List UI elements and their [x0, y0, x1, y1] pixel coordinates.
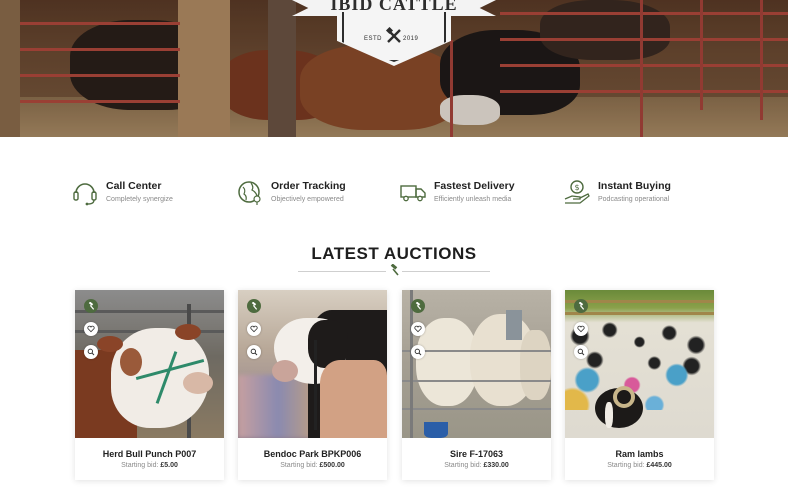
- ram-face-stripe: [605, 402, 613, 428]
- truck-icon: [400, 185, 426, 202]
- gavel-icon: [390, 264, 399, 276]
- feature-title: Call Center: [106, 180, 162, 192]
- feature-subtitle: Completely synergize: [106, 196, 173, 203]
- globe-icon: [238, 181, 261, 205]
- wishlist-button[interactable]: [411, 322, 425, 336]
- crowd: [238, 375, 318, 438]
- auction-gavel-button[interactable]: [411, 299, 425, 313]
- cow-halter: [314, 340, 317, 430]
- wishlist-button[interactable]: [84, 322, 98, 336]
- feature-subtitle: Podcasting operational: [598, 196, 670, 203]
- bid-value: £5.00: [160, 462, 178, 469]
- bucket: [424, 422, 448, 438]
- bid-label: Starting bid:: [280, 462, 318, 469]
- auction-gavel-button[interactable]: [574, 299, 588, 313]
- auction-gavel-button[interactable]: [247, 299, 261, 313]
- feature-title: Instant Buying: [598, 180, 671, 192]
- handler-arm: [320, 360, 387, 438]
- feature-title: Fastest Delivery: [434, 180, 515, 192]
- brand-estd: ESTD: [364, 36, 383, 42]
- bid-value: £330.00: [483, 462, 509, 469]
- quick-view-button[interactable]: [247, 345, 261, 359]
- search-icon: [577, 348, 585, 356]
- auction-title[interactable]: Herd Bull Punch P007: [75, 449, 224, 459]
- cow-nose: [272, 360, 298, 382]
- auction-photo-cow[interactable]: [238, 290, 387, 438]
- bid-label: Starting bid:: [607, 462, 645, 469]
- heart-icon: [250, 325, 258, 333]
- heart-icon: [87, 325, 95, 333]
- fence-rail: [565, 312, 714, 315]
- bid-value: £445.00: [646, 462, 672, 469]
- auction-title[interactable]: Bendoc Park BPKP006: [238, 449, 387, 459]
- search-icon: [87, 348, 95, 356]
- auction-photo-bull[interactable]: [75, 290, 224, 438]
- gavel-icon: [415, 302, 422, 310]
- search-icon: [414, 348, 422, 356]
- section-title: LATEST AUCTIONS: [311, 244, 477, 263]
- gate-post: [410, 290, 413, 438]
- cleaver-icon: [385, 27, 401, 43]
- features-row: Call Center Completely synergize Order T…: [70, 175, 730, 215]
- title-divider-left: [298, 271, 386, 272]
- bull-nose: [183, 372, 213, 394]
- wishlist-button[interactable]: [247, 322, 261, 336]
- headset-icon: [73, 183, 97, 206]
- sheep-1: [416, 318, 478, 406]
- bull-ear: [175, 324, 201, 340]
- auction-photo-sheep[interactable]: [402, 290, 551, 438]
- brand-logo[interactable]: IBID CATTLE ESTD 2019: [292, 0, 496, 68]
- sheep-tag: [506, 310, 522, 340]
- auction-starting-bid: Starting bid: £445.00: [565, 462, 714, 469]
- auction-card[interactable]: Ram lambs Starting bid: £445.00: [565, 290, 714, 480]
- feature-subtitle: Objectively empowered: [271, 196, 344, 203]
- heart-icon: [414, 325, 422, 333]
- bid-label: Starting bid:: [121, 462, 159, 469]
- brand-name: IBID CATTLE: [330, 0, 458, 14]
- auction-card[interactable]: Bendoc Park BPKP006 Starting bid: £500.0…: [238, 290, 387, 480]
- auction-starting-bid: Starting bid: £5.00: [75, 462, 224, 469]
- gavel-icon: [251, 302, 258, 310]
- auction-card[interactable]: Sire F-17063 Starting bid: £330.00: [402, 290, 551, 480]
- search-icon: [250, 348, 258, 356]
- auction-photo-lambs[interactable]: [565, 290, 714, 438]
- brand-year: 2019: [403, 36, 419, 42]
- auction-starting-bid: Starting bid: £330.00: [402, 462, 551, 469]
- gate-rail: [402, 380, 551, 382]
- gavel-icon: [88, 302, 95, 310]
- svg-text:$: $: [574, 183, 579, 192]
- ram-horn: [613, 386, 635, 408]
- photo-rail: [75, 310, 224, 313]
- auction-title[interactable]: Sire F-17063: [402, 449, 551, 459]
- bid-label: Starting bid:: [444, 462, 482, 469]
- gavel-icon: [578, 302, 585, 310]
- sheep-3: [520, 330, 551, 400]
- quick-view-button[interactable]: [411, 345, 425, 359]
- gate-rail: [402, 408, 551, 410]
- auction-card[interactable]: Herd Bull Punch P007 Starting bid: £5.00: [75, 290, 224, 480]
- bull-ear: [97, 336, 123, 352]
- heart-icon: [577, 325, 585, 333]
- hero-banner: IBID CATTLE ESTD 2019: [0, 0, 788, 137]
- auction-title[interactable]: Ram lambs: [565, 449, 714, 459]
- title-divider-right: [402, 271, 490, 272]
- quick-view-button[interactable]: [84, 345, 98, 359]
- feature-title: Order Tracking: [271, 180, 346, 192]
- bull-eye-patch: [120, 348, 142, 376]
- quick-view-button[interactable]: [574, 345, 588, 359]
- bid-value: £500.00: [319, 462, 345, 469]
- auction-starting-bid: Starting bid: £500.00: [238, 462, 387, 469]
- auction-gavel-button[interactable]: [84, 299, 98, 313]
- money-hand-icon: $: [564, 180, 590, 204]
- wishlist-button[interactable]: [574, 322, 588, 336]
- feature-subtitle: Efficiently unleash media: [434, 196, 512, 203]
